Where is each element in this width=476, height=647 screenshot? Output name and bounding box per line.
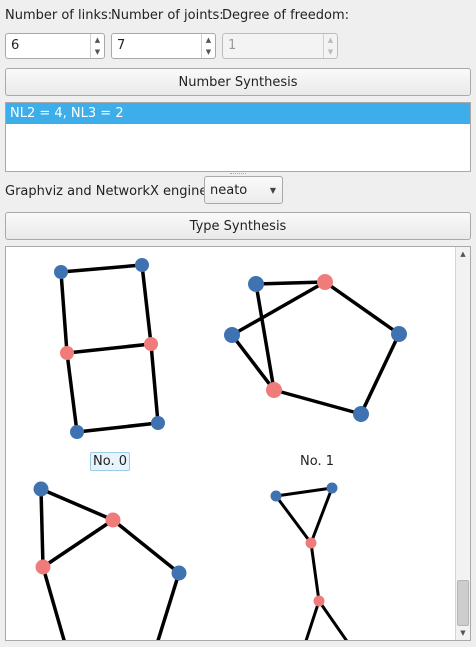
number-of-links-label: Number of links: <box>5 8 113 23</box>
joints-spin-arrows: ▲ ▼ <box>201 34 215 58</box>
graph-3[interactable] <box>270 482 352 642</box>
scroll-down-icon[interactable]: ▼ <box>456 626 470 640</box>
engine-label: Graphviz and NetworkX engine: <box>5 184 212 199</box>
dof-value: 1 <box>228 38 237 53</box>
graphs-canvas <box>33 258 407 642</box>
dof-spinbox: 1 ▲ ▼ <box>222 33 338 59</box>
graph-node <box>266 382 282 398</box>
graph-node <box>70 425 84 439</box>
dof-spin-arrows: ▲ ▼ <box>323 34 337 58</box>
type-synthesis-button[interactable]: Type Synthesis <box>5 212 471 240</box>
graph-node <box>135 258 149 272</box>
spin-up-icon[interactable]: ▲ <box>91 34 104 46</box>
graph-node <box>171 565 187 581</box>
graph-node <box>151 416 165 430</box>
graph-node <box>313 595 325 607</box>
spin-down-icon[interactable]: ▼ <box>91 46 104 58</box>
spin-up-icon[interactable]: ▲ <box>202 34 215 46</box>
graph-2[interactable] <box>33 481 187 642</box>
engine-value: neato <box>210 183 248 198</box>
graph-node <box>144 337 158 351</box>
graph-node <box>248 276 264 292</box>
graph-node <box>326 482 338 494</box>
joints-spinbox[interactable]: 7 ▲ ▼ <box>111 33 216 59</box>
graph-node <box>270 490 282 502</box>
spin-down-icon: ▼ <box>327 48 334 56</box>
graph-node <box>353 406 369 422</box>
number-of-joints-label: Number of joints: <box>111 8 224 23</box>
graph-node <box>105 512 121 528</box>
graph-node <box>305 537 317 549</box>
type-synthesis-graph-list[interactable]: No. 0 No. 1 ▲ ▼ <box>5 246 471 641</box>
number-synthesis-button[interactable]: Number Synthesis <box>5 68 471 96</box>
vertical-scrollbar[interactable]: ▲ ▼ <box>455 247 470 640</box>
graph-node <box>224 327 240 343</box>
spin-down-icon[interactable]: ▼ <box>202 46 215 58</box>
list-item[interactable]: NL2 = 4, NL3 = 2 <box>6 103 470 124</box>
graph-node <box>317 274 333 290</box>
graph-caption-1[interactable]: No. 1 <box>300 454 334 469</box>
number-synthesis-results-list[interactable]: NL2 = 4, NL3 = 2 <box>5 102 471 172</box>
graph-caption-0[interactable]: No. 0 <box>90 452 130 471</box>
scroll-up-icon[interactable]: ▲ <box>456 247 470 261</box>
joints-value: 7 <box>117 38 126 53</box>
engine-select[interactable]: neato ▼ <box>204 176 283 204</box>
degree-of-freedom-label: Degree of freedom: <box>222 8 349 23</box>
graph-node <box>54 265 68 279</box>
chevron-down-icon: ▼ <box>269 186 276 195</box>
graph-node <box>60 346 74 360</box>
graph-node <box>33 481 49 497</box>
scrollbar-thumb[interactable] <box>457 580 469 626</box>
spin-up-icon: ▲ <box>327 36 334 44</box>
links-spinbox[interactable]: 6 ▲ ▼ <box>5 33 105 59</box>
graph-node <box>391 326 407 342</box>
links-value: 6 <box>11 38 20 53</box>
graph-node <box>35 559 51 575</box>
links-spin-arrows: ▲ ▼ <box>90 34 104 58</box>
graph-0[interactable] <box>54 258 165 439</box>
graph-1[interactable] <box>224 274 407 422</box>
